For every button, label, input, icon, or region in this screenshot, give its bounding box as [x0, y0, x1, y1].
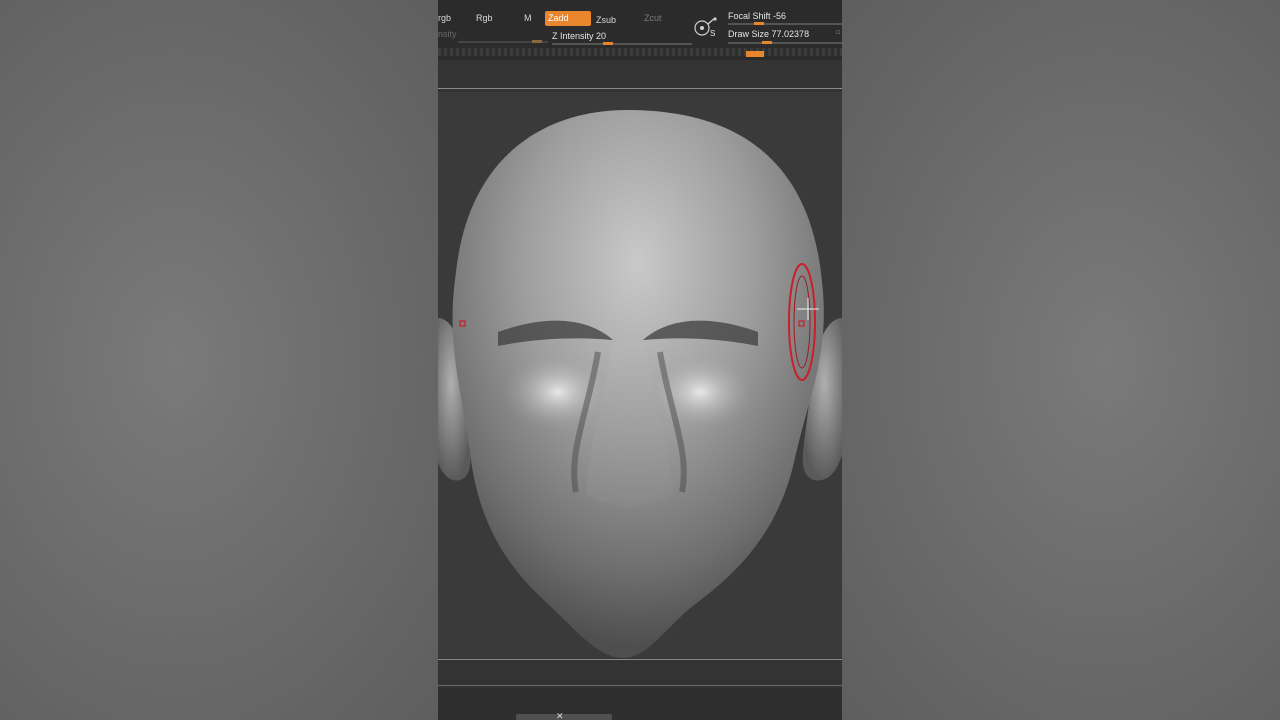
- right-letterbox: [842, 0, 1280, 720]
- timeline-track[interactable]: [438, 48, 842, 56]
- viewport-top-border: [438, 88, 842, 89]
- draw-size-value: 77.02378: [771, 29, 810, 39]
- bottom-divider: [438, 685, 842, 686]
- zcut-button[interactable]: Zcut: [641, 11, 665, 26]
- draw-size-slider[interactable]: [728, 42, 842, 44]
- slider-end-marker: ▫: [836, 28, 841, 36]
- left-letterbox: [0, 0, 438, 720]
- focal-shift-thumb[interactable]: [754, 22, 764, 25]
- canvas-viewport[interactable]: [438, 92, 842, 658]
- bottom-bar: [438, 688, 842, 720]
- draw-size-name: Draw Size: [728, 29, 770, 39]
- gizmo-icon[interactable]: S: [693, 16, 719, 38]
- draw-size-label: Draw Size 77.02378: [728, 29, 809, 39]
- bottom-tab[interactable]: [516, 714, 612, 720]
- close-icon[interactable]: ✕: [556, 712, 564, 720]
- z-intensity-label: Z Intensity 20: [552, 31, 607, 41]
- z-intensity-thumb[interactable]: [603, 42, 613, 45]
- focal-shift-label: Focal Shift -56: [728, 11, 787, 21]
- z-intensity-slider[interactable]: [552, 43, 692, 45]
- m-button[interactable]: M: [521, 11, 535, 26]
- rgb-button[interactable]: Rgb: [473, 11, 496, 26]
- mrgb-button[interactable]: rgb: [438, 11, 454, 26]
- gizmo-letter: S: [710, 29, 715, 38]
- focal-shift-slider[interactable]: [728, 23, 842, 25]
- zadd-button[interactable]: Zadd: [545, 11, 591, 26]
- zbrush-app: rgb Rgb M Zadd Zsub Zcut nsity Z Intensi…: [438, 0, 842, 720]
- zsub-button[interactable]: Zsub: [593, 13, 619, 28]
- timeline-marker[interactable]: [746, 51, 764, 57]
- rgb-intensity-label: nsity: [438, 29, 457, 39]
- draw-size-thumb[interactable]: [762, 41, 772, 44]
- rgb-intensity-thumb[interactable]: [532, 40, 542, 43]
- sculpt-head[interactable]: [438, 92, 842, 658]
- viewport-bottom-border: [438, 659, 842, 660]
